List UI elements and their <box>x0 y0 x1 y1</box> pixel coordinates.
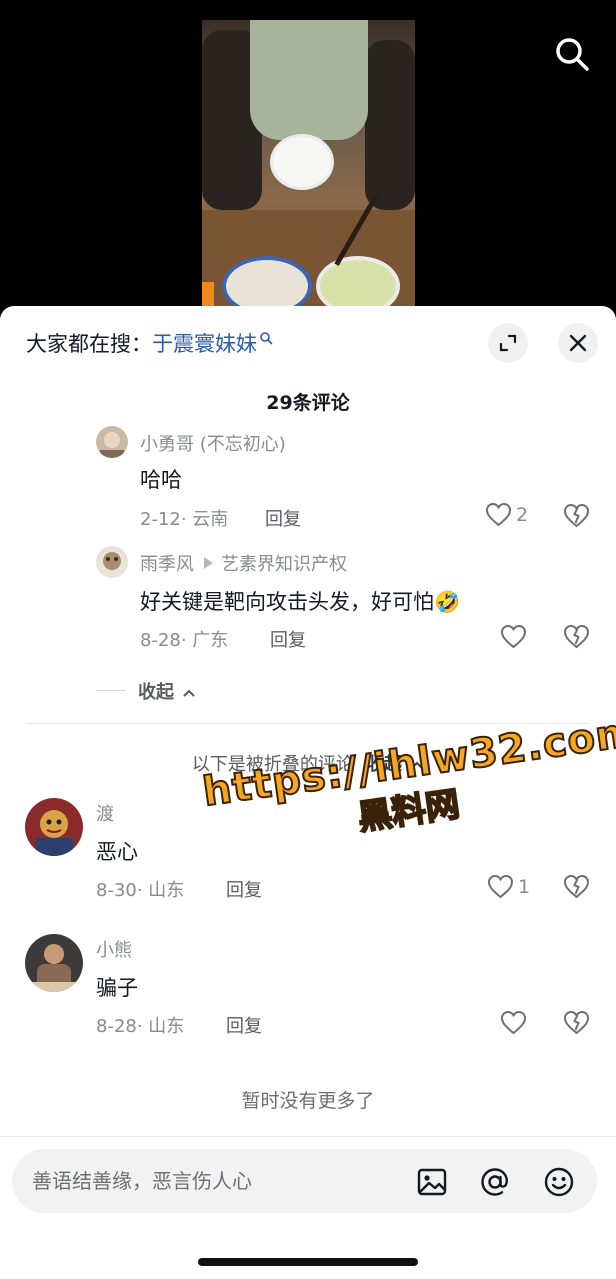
reply-button[interactable]: 回复 <box>265 505 301 531</box>
heart-icon <box>500 1010 527 1035</box>
video-rice-bowl <box>270 134 334 190</box>
reply-to-arrow-icon <box>204 557 213 569</box>
search-suggestion-prefix: 大家都在搜： <box>26 332 152 356</box>
like-button[interactable] <box>500 1010 531 1035</box>
search-icon[interactable] <box>552 34 592 74</box>
video-figure-arm <box>365 40 415 210</box>
reply-button[interactable]: 回复 <box>226 876 262 902</box>
reply-to-username[interactable]: 艺素界知识产权 <box>221 554 347 575</box>
dislike-icon[interactable] <box>563 874 590 899</box>
avatar[interactable] <box>25 934 83 992</box>
user-avatar-image <box>25 798 83 856</box>
chevron-up-icon <box>183 689 195 697</box>
close-button[interactable] <box>558 323 598 363</box>
emoji-icon[interactable] <box>542 1165 576 1199</box>
section-divider <box>26 723 590 724</box>
user-avatar-image <box>96 426 128 458</box>
user-avatar-image <box>25 934 83 992</box>
avatar[interactable] <box>96 426 128 458</box>
expand-button[interactable] <box>488 323 528 363</box>
comments-count-title: 29条评论 <box>266 392 350 414</box>
folded-collapse-label: 收起 <box>365 754 402 775</box>
like-button[interactable]: 2 <box>485 502 528 527</box>
reply-text: 哈哈 <box>140 468 182 492</box>
comment-text: 恶心 <box>96 840 138 864</box>
reply-meta: 8-28· 广东 <box>140 630 229 651</box>
close-icon <box>569 334 587 352</box>
comment-input-bar <box>12 1149 597 1213</box>
avatar[interactable] <box>96 546 128 578</box>
heart-icon <box>487 874 514 899</box>
expand-icon <box>499 334 517 352</box>
collapse-replies-button[interactable]: 收起 <box>138 678 196 704</box>
input-divider <box>0 1136 616 1137</box>
search-icon <box>260 332 273 345</box>
comment-username[interactable]: 渡 <box>96 800 114 826</box>
avatar[interactable] <box>25 798 83 856</box>
collapse-divider <box>96 690 126 691</box>
comment-username[interactable]: 小熊 <box>96 936 132 962</box>
comment-text: 骗子 <box>96 976 138 1000</box>
reply-username-line: 雨季风 艺素界知识产权 <box>140 550 347 576</box>
home-indicator[interactable] <box>198 1258 418 1266</box>
like-count: 1 <box>518 875 531 898</box>
mention-icon[interactable] <box>478 1165 512 1199</box>
folded-comments-notice: 以下是被折叠的评论 收起 <box>0 750 616 776</box>
chevron-up-icon <box>411 761 423 769</box>
reply-meta: 2-12· 云南 <box>140 509 229 530</box>
folded-notice-text: 以下是被折叠的评论 <box>191 754 354 775</box>
video-thumbnail[interactable] <box>202 20 415 320</box>
like-button[interactable] <box>500 624 531 649</box>
dislike-icon[interactable] <box>563 624 590 649</box>
video-figure-shirt <box>250 20 368 140</box>
comment-input[interactable] <box>32 1161 392 1201</box>
reply-button[interactable]: 回复 <box>226 1012 262 1038</box>
no-more-comments: 暂时没有更多了 <box>241 1090 375 1112</box>
reply-button[interactable]: 回复 <box>270 626 306 652</box>
folded-collapse-button[interactable]: 收起 <box>366 754 424 775</box>
comment-panel: 大家都在搜： 于震寰妹妹 29条评论 小勇哥 (不忘初心) 哈哈 2-12· 云… <box>0 306 616 1279</box>
like-count: 2 <box>516 503 529 526</box>
reply-username[interactable]: 雨季风 <box>140 554 194 575</box>
user-avatar-image <box>96 546 128 578</box>
image-icon[interactable] <box>415 1165 449 1199</box>
comment-meta: 8-30· 山东 <box>96 880 185 901</box>
like-button[interactable]: 1 <box>487 874 530 899</box>
collapse-label: 收起 <box>138 682 174 703</box>
heart-icon <box>500 624 527 649</box>
video-player[interactable] <box>0 0 616 330</box>
heart-icon <box>485 502 512 527</box>
search-suggestion-keyword[interactable]: 于震寰妹妹 <box>152 328 257 358</box>
reply-username[interactable]: 小勇哥 (不忘初心) <box>140 430 286 456</box>
dislike-icon[interactable] <box>563 1010 590 1035</box>
dislike-icon[interactable] <box>563 503 590 528</box>
search-suggestion[interactable]: 大家都在搜： 于震寰妹妹 <box>26 328 273 358</box>
reply-text: 好关键是靶向攻击头发，好可怕🤣 <box>140 590 461 614</box>
comment-meta: 8-28· 山东 <box>96 1016 185 1037</box>
